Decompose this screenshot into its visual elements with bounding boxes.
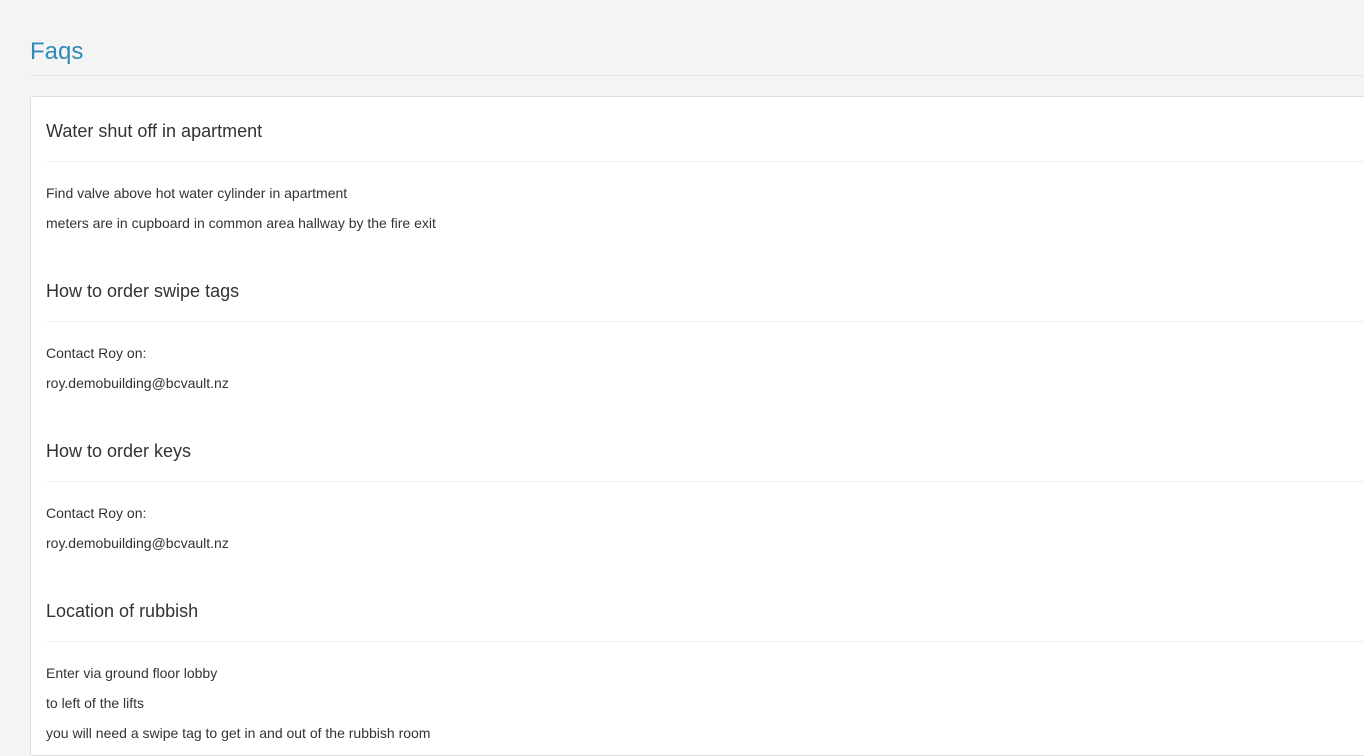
faq-question: Water shut off in apartment [46,97,1364,162]
faq-answer-line: Enter via ground floor lobby [46,665,218,681]
page-header: Faqs [30,36,1364,76]
faq-question: Location of rubbish [46,577,1364,642]
faq-answer-email: roy.demobuilding@bcvault.nz [46,375,229,391]
faq-panel: Water shut off in apartment Find valve a… [30,96,1364,756]
page-title: Faqs [30,38,84,65]
faq-question: How to order keys [46,417,1364,482]
faq-item-swipe-tags: How to order swipe tags Contact Roy on: … [46,257,1364,403]
faq-answer: Contact Roy on: roy.demobuilding@bcvault… [46,482,1364,563]
faq-answer-line: Contact Roy on: [46,505,147,521]
faq-answer-line: you will need a swipe tag to get in and … [46,725,431,741]
faq-item-water-shut-off: Water shut off in apartment Find valve a… [46,97,1364,243]
faq-answer-line: meters are in cupboard in common area ha… [46,215,436,231]
faq-item-keys: How to order keys Contact Roy on: roy.de… [46,417,1364,563]
faq-answer: Enter via ground floor lobby to left of … [46,642,1364,753]
faq-question: How to order swipe tags [46,257,1364,322]
faq-answer-line: to left of the lifts [46,695,145,711]
faq-answer-email: roy.demobuilding@bcvault.nz [46,535,229,551]
faq-answer: Find valve above hot water cylinder in a… [46,162,1364,243]
faq-answer-line: Find valve above hot water cylinder in a… [46,185,348,201]
faq-answer-line: Contact Roy on: [46,345,147,361]
faq-answer: Contact Roy on: roy.demobuilding@bcvault… [46,322,1364,403]
faq-item-rubbish: Location of rubbish Enter via ground flo… [46,577,1364,753]
